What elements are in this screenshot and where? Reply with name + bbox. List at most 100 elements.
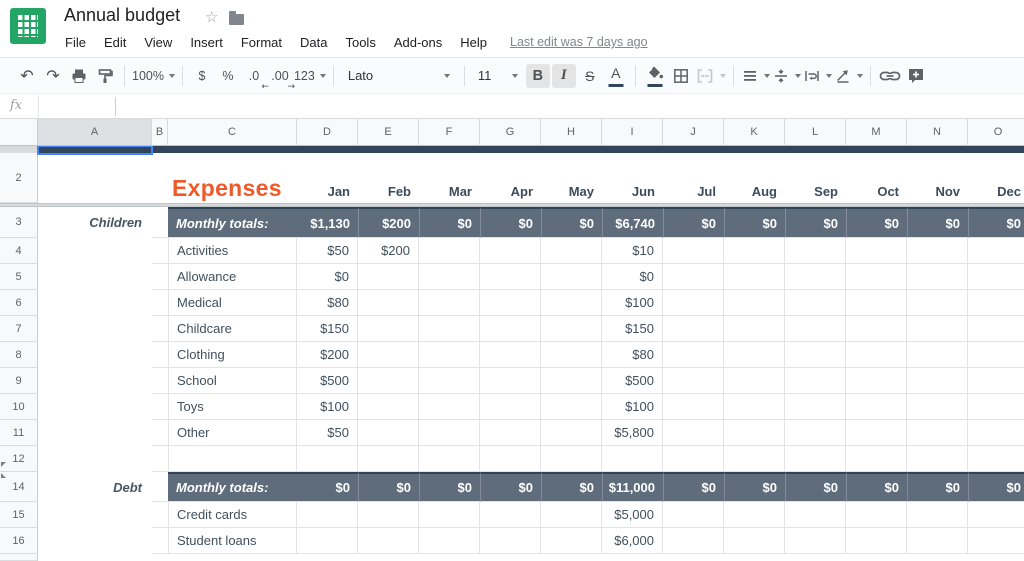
- cell-H3[interactable]: $0: [541, 207, 602, 238]
- row-header-15[interactable]: 15: [0, 502, 38, 528]
- cell-J16[interactable]: [663, 528, 724, 554]
- cell-N8[interactable]: [907, 342, 968, 368]
- cell-K14[interactable]: $0: [724, 472, 785, 502]
- cell-E14[interactable]: $0: [358, 472, 419, 502]
- cell-D11[interactable]: $50: [297, 420, 358, 446]
- cell-I15[interactable]: $5,000: [602, 502, 663, 528]
- cell-D6[interactable]: $80: [297, 290, 358, 316]
- cell-O2[interactable]: Dec: [968, 153, 1024, 203]
- sheets-logo-icon[interactable]: [10, 8, 46, 44]
- cell-G15[interactable]: [480, 502, 541, 528]
- cell-O8[interactable]: [968, 342, 1024, 368]
- cell-D5[interactable]: $0: [297, 264, 358, 290]
- cell-A6[interactable]: [38, 290, 152, 316]
- cell-G5[interactable]: [480, 264, 541, 290]
- cell-G14[interactable]: $0: [480, 472, 541, 502]
- cell-K16[interactable]: [724, 528, 785, 554]
- strikethrough-button[interactable]: S: [578, 64, 602, 88]
- zoom-select[interactable]: 100%: [132, 64, 175, 88]
- cell-G9[interactable]: [480, 368, 541, 394]
- cell-B14[interactable]: [152, 472, 168, 502]
- cell-J7[interactable]: [663, 316, 724, 342]
- cell-I4[interactable]: $10: [602, 238, 663, 264]
- cell-I16[interactable]: $6,000: [602, 528, 663, 554]
- cell-K9[interactable]: [724, 368, 785, 394]
- cell-L4[interactable]: [785, 238, 846, 264]
- cell-O15[interactable]: [968, 502, 1024, 528]
- cell-I3[interactable]: $6,740: [602, 207, 663, 238]
- column-header-O[interactable]: O: [968, 118, 1024, 146]
- cell-M7[interactable]: [846, 316, 907, 342]
- cell-J8[interactable]: [663, 342, 724, 368]
- cell-D16[interactable]: [297, 528, 358, 554]
- insert-comment-icon[interactable]: [904, 64, 928, 88]
- cell-F12[interactable]: [419, 446, 480, 472]
- cell-H14[interactable]: $0: [541, 472, 602, 502]
- menu-tools[interactable]: Tools: [336, 35, 384, 50]
- cell-M14[interactable]: $0: [846, 472, 907, 502]
- cell-I2[interactable]: Jun: [602, 153, 663, 203]
- merge-cells-button[interactable]: [695, 64, 726, 88]
- cell-D12[interactable]: [297, 446, 358, 472]
- undo-icon[interactable]: ↶: [15, 64, 39, 88]
- row-header-1[interactable]: [0, 146, 38, 153]
- borders-button[interactable]: [669, 64, 693, 88]
- cell-A7[interactable]: [38, 316, 152, 342]
- cell-I8[interactable]: $80: [602, 342, 663, 368]
- cell-I10[interactable]: $100: [602, 394, 663, 420]
- cell-N3[interactable]: $0: [907, 207, 968, 238]
- cell-O7[interactable]: [968, 316, 1024, 342]
- menu-data[interactable]: Data: [291, 35, 336, 50]
- cell-B2[interactable]: [152, 153, 168, 203]
- cell-H6[interactable]: [541, 290, 602, 316]
- font-size-select[interactable]: 11: [472, 64, 524, 88]
- cell-I14[interactable]: $11,000: [602, 472, 663, 502]
- cell-A16[interactable]: [38, 528, 152, 554]
- cell-F16[interactable]: [419, 528, 480, 554]
- cell-I12[interactable]: [602, 446, 663, 472]
- cell-L3[interactable]: $0: [785, 207, 846, 238]
- cell-G12[interactable]: [480, 446, 541, 472]
- cell-D3[interactable]: $1,130: [297, 207, 358, 238]
- cell-F8[interactable]: [419, 342, 480, 368]
- column-header-K[interactable]: K: [724, 118, 785, 146]
- cell-F3[interactable]: $0: [419, 207, 480, 238]
- cell-D10[interactable]: $100: [297, 394, 358, 420]
- cell-J15[interactable]: [663, 502, 724, 528]
- cell-K3[interactable]: $0: [724, 207, 785, 238]
- cell-C10[interactable]: Toys: [168, 394, 297, 420]
- cell-J14[interactable]: $0: [663, 472, 724, 502]
- cell-M5[interactable]: [846, 264, 907, 290]
- cell-E10[interactable]: [358, 394, 419, 420]
- cell-A4[interactable]: [38, 238, 152, 264]
- column-header-G[interactable]: G: [480, 118, 541, 146]
- cell-C15[interactable]: Credit cards: [168, 502, 297, 528]
- cell-O9[interactable]: [968, 368, 1024, 394]
- cell-G10[interactable]: [480, 394, 541, 420]
- cell-L16[interactable]: [785, 528, 846, 554]
- last-edit-link[interactable]: Last edit was 7 days ago: [510, 35, 648, 49]
- column-header-J[interactable]: J: [663, 118, 724, 146]
- cell-A12[interactable]: [38, 446, 152, 472]
- cell-J10[interactable]: [663, 394, 724, 420]
- cell-F6[interactable]: [419, 290, 480, 316]
- cell-O6[interactable]: [968, 290, 1024, 316]
- cell-M16[interactable]: [846, 528, 907, 554]
- cell-C3[interactable]: Monthly totals:: [168, 207, 297, 238]
- cell-E8[interactable]: [358, 342, 419, 368]
- select-all-corner[interactable]: [0, 118, 38, 146]
- cell-E2[interactable]: Feb: [358, 153, 419, 203]
- cell-O12[interactable]: [968, 446, 1024, 472]
- cell-A2[interactable]: [38, 153, 152, 203]
- menu-add-ons[interactable]: Add-ons: [385, 35, 451, 50]
- cell-K4[interactable]: [724, 238, 785, 264]
- cell-M12[interactable]: [846, 446, 907, 472]
- column-header-M[interactable]: M: [846, 118, 907, 146]
- cell-L11[interactable]: [785, 420, 846, 446]
- cell-J5[interactable]: [663, 264, 724, 290]
- cell-C2[interactable]: Expenses: [168, 153, 297, 203]
- fill-color-button[interactable]: [643, 61, 667, 90]
- cell-K12[interactable]: [724, 446, 785, 472]
- cell-F10[interactable]: [419, 394, 480, 420]
- column-header-N[interactable]: N: [907, 118, 968, 146]
